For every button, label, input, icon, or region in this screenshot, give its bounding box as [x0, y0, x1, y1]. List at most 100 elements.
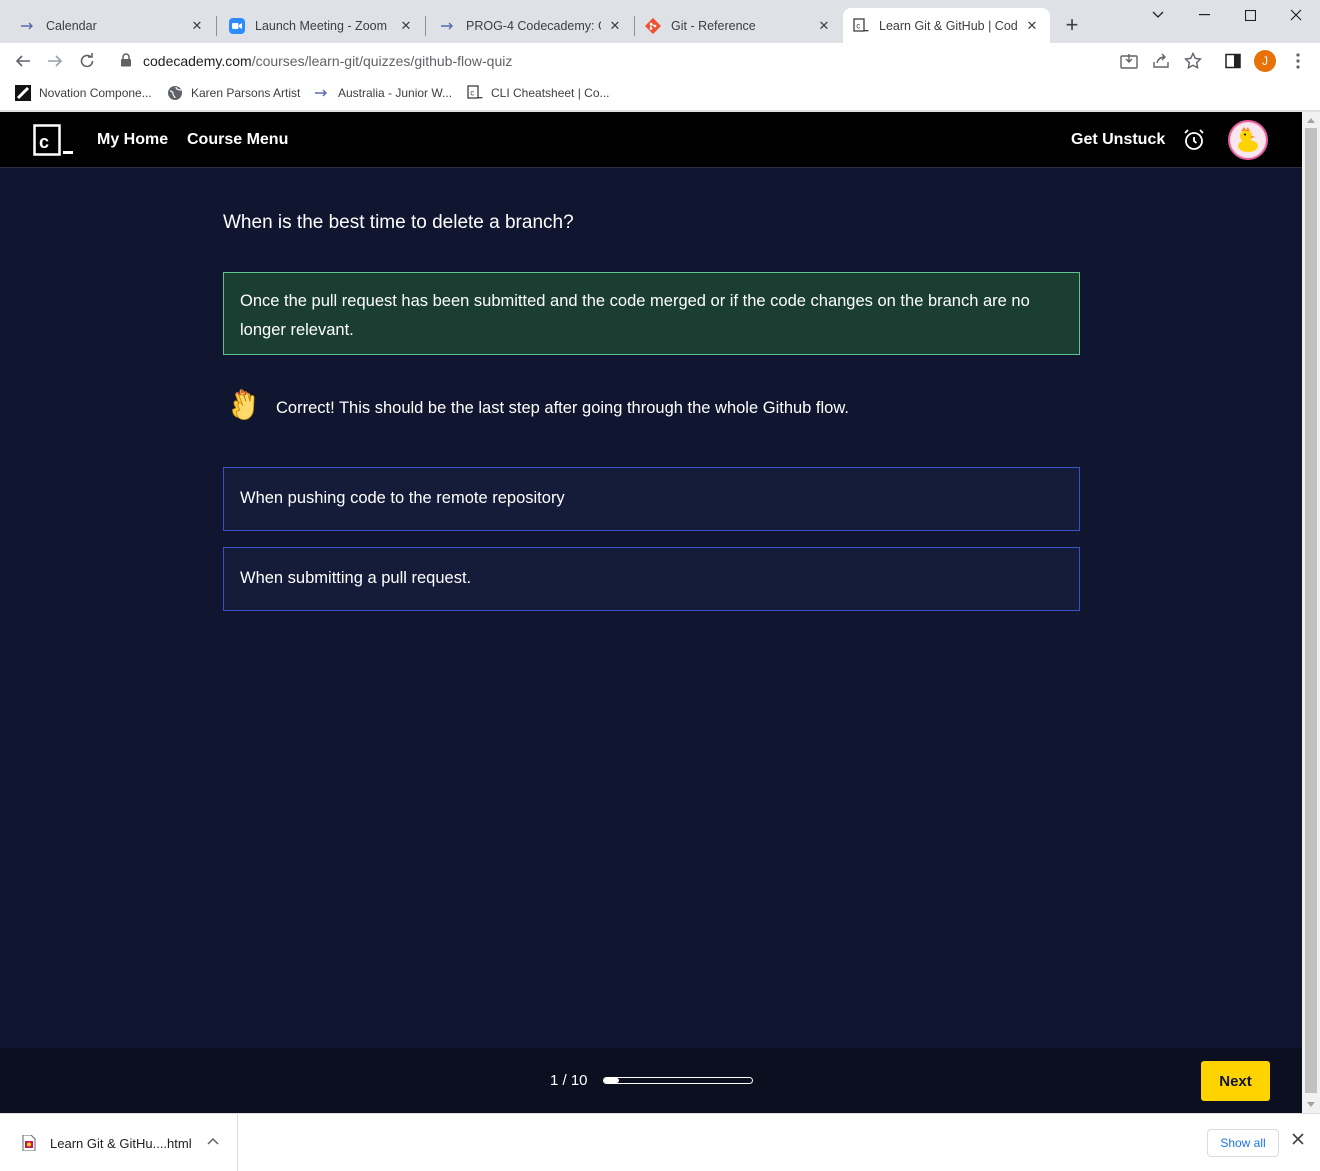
svg-text:c: c [856, 21, 860, 30]
show-all-button[interactable]: Show all [1207, 1129, 1279, 1157]
arrow-favicon-icon [314, 85, 330, 101]
zoom-icon [229, 17, 245, 34]
reload-button[interactable] [75, 49, 99, 73]
arrow-favicon-icon [440, 18, 456, 34]
close-window-button[interactable] [1273, 0, 1319, 30]
bookmark-novation[interactable]: Novation Compone... [15, 85, 152, 101]
chevron-up-icon[interactable] [207, 1134, 219, 1148]
scroll-up-arrow-icon[interactable] [1307, 118, 1315, 123]
close-icon [1290, 9, 1302, 21]
novation-icon [15, 85, 31, 101]
address-bar[interactable]: codecademy.com/courses/learn-git/quizzes… [110, 47, 1210, 75]
tab-title: Learn Git & GitHub | Codec [879, 18, 1018, 33]
arrow-favicon-icon [20, 18, 36, 34]
bookmark-cli-cheatsheet[interactable]: c CLI Cheatsheet | Co... [467, 85, 610, 101]
minimize-icon [1198, 14, 1210, 16]
bookmark-label: Novation Compone... [39, 86, 152, 100]
bookmark-label: CLI Cheatsheet | Co... [491, 86, 610, 100]
git-logo-icon [645, 17, 661, 34]
quiz-footer: 1 / 10 Next [0, 1048, 1302, 1113]
tab-git-reference[interactable]: Git - Reference ✕ [635, 8, 842, 43]
profile-avatar[interactable]: J [1254, 50, 1276, 72]
star-icon [1184, 52, 1202, 70]
url-host: codecademy.com [143, 53, 252, 69]
site-header: c My Home Course Menu Get Unstuck [0, 112, 1302, 168]
clapping-hands-icon [226, 388, 266, 428]
user-avatar[interactable] [1228, 120, 1268, 160]
alarm-clock-icon[interactable] [1182, 128, 1206, 152]
download-item[interactable]: Learn Git & GitHu....html [0, 1114, 238, 1171]
page-scrollbar[interactable] [1302, 112, 1320, 1113]
back-arrow-icon [15, 55, 30, 67]
bookmarks-bar: Novation Compone... Karen Parsons Artist… [0, 79, 1320, 111]
lock-icon [120, 53, 132, 72]
tab-title: Launch Meeting - Zoom [255, 18, 388, 33]
tab-title: Git - Reference [671, 18, 756, 33]
bookmark-label: Australia - Junior W... [338, 86, 453, 100]
my-home-link[interactable]: My Home [97, 131, 168, 149]
forward-arrow-icon [48, 55, 63, 67]
progress-bar [603, 1077, 753, 1084]
answer-option[interactable]: When submitting a pull request. [223, 547, 1080, 611]
get-unstuck-button[interactable]: Get Unstuck [1071, 131, 1165, 149]
answer-feedback: Correct! This should be the last step af… [226, 388, 849, 428]
answer-option[interactable]: When pushing code to the remote reposito… [223, 467, 1080, 531]
answer-option-correct[interactable]: Once the pull request has been submitted… [223, 272, 1080, 355]
close-icon[interactable]: ✕ [607, 18, 623, 34]
close-icon[interactable]: ✕ [816, 18, 832, 34]
share-button[interactable] [1151, 51, 1171, 71]
tab-prog4[interactable]: PROG-4 Codecademy: Git ✕ [426, 8, 633, 43]
feedback-text: Correct! This should be the last step af… [276, 398, 849, 417]
codecademy-logo-icon[interactable]: c [33, 124, 75, 156]
html-file-icon [22, 1134, 36, 1152]
progress-label: 1 / 10 [550, 1072, 588, 1089]
svg-text:c: c [39, 132, 49, 152]
progress-bar-fill [604, 1078, 619, 1083]
close-icon[interactable] [1292, 1132, 1304, 1150]
url-path: /courses/learn-git/quizzes/github-flow-q… [251, 53, 513, 69]
course-menu-link[interactable]: Course Menu [187, 131, 288, 149]
maximize-icon [1244, 9, 1256, 21]
back-button[interactable] [11, 49, 35, 73]
kebab-menu-icon [1296, 53, 1300, 69]
svg-text:c: c [470, 89, 474, 98]
side-panel-button[interactable] [1223, 51, 1243, 71]
minimize-button[interactable] [1181, 0, 1227, 30]
share-icon [1153, 53, 1169, 68]
bookmark-karen-parsons[interactable]: Karen Parsons Artist [167, 85, 300, 101]
tab-search-button[interactable] [1135, 0, 1181, 30]
scrollbar-thumb[interactable] [1305, 128, 1317, 1093]
bookmark-star-button[interactable] [1183, 51, 1203, 71]
bookmark-label: Karen Parsons Artist [191, 86, 301, 100]
download-file-name: Learn Git & GitHu....html [50, 1135, 192, 1151]
tab-title: Calendar [46, 18, 97, 33]
close-icon[interactable]: ✕ [189, 18, 205, 34]
tab-title: PROG-4 Codecademy: Git [466, 18, 601, 33]
tab-learn-git[interactable]: c Learn Git & GitHub | Codec ✕ [843, 8, 1050, 43]
next-button[interactable]: Next [1201, 1061, 1270, 1101]
install-app-button[interactable] [1119, 51, 1139, 71]
install-icon [1120, 54, 1138, 69]
close-icon[interactable]: ✕ [1024, 18, 1040, 34]
duck-avatar-icon [1231, 123, 1265, 157]
reload-icon [80, 53, 94, 68]
close-icon[interactable]: ✕ [398, 18, 414, 34]
download-bar: Learn Git & GitHu....html Show all [0, 1113, 1320, 1171]
codecademy-icon: c [467, 85, 483, 101]
maximize-button[interactable] [1227, 0, 1273, 30]
quiz-page: c My Home Course Menu Get Unstuck When i… [0, 112, 1302, 1113]
codecademy-icon: c [853, 17, 869, 34]
tab-calendar[interactable]: Calendar ✕ [0, 8, 215, 43]
chevron-down-icon [1152, 11, 1164, 18]
globe-icon [167, 85, 183, 101]
scroll-down-arrow-icon[interactable] [1307, 1102, 1315, 1107]
quiz-question: When is the best time to delete a branch… [223, 212, 574, 233]
bookmark-australia[interactable]: Australia - Junior W... [314, 85, 452, 101]
tab-zoom[interactable]: Launch Meeting - Zoom ✕ [217, 8, 424, 43]
url-text: codecademy.com/courses/learn-git/quizzes… [143, 53, 512, 69]
browser-menu-button[interactable] [1288, 51, 1308, 71]
new-tab-button[interactable]: + [1060, 14, 1084, 38]
forward-button[interactable] [43, 49, 67, 73]
browser-toolbar: codecademy.com/courses/learn-git/quizzes… [0, 43, 1320, 79]
side-panel-icon [1225, 53, 1241, 69]
